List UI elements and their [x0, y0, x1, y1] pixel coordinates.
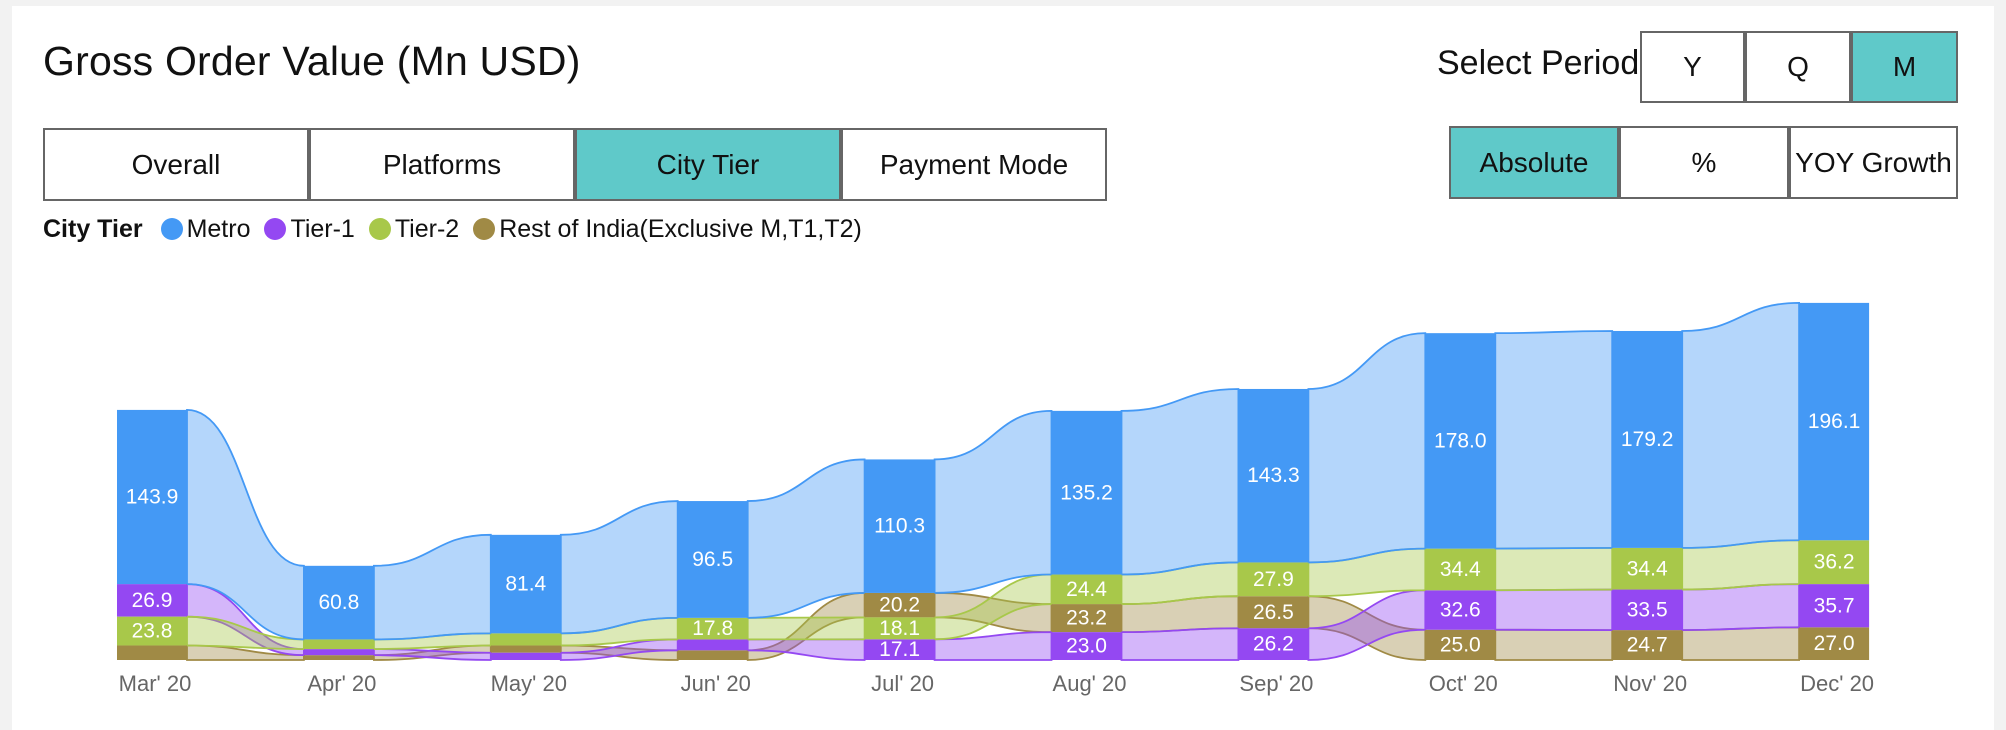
- x-tick-label: Mar' 20: [119, 671, 192, 696]
- bar-tier-1[interactable]: [303, 649, 374, 656]
- data-label-tier-2: 17.8: [692, 617, 733, 640]
- ribbon-metro: [1494, 330, 1614, 550]
- gross-order-value-chart: 26.9 23.8 143.9 60.8 81.4 17.8 96.5 20.2 17.118.…: [117, 301, 1874, 696]
- data-label-metro: 143.9: [126, 486, 179, 509]
- x-tick-label: Jun' 20: [681, 671, 751, 696]
- bar-rest-of-india[interactable]: [490, 645, 561, 653]
- x-tick-label: Jul' 20: [871, 671, 934, 696]
- data-label-rest-of-india: 25.0: [1440, 633, 1481, 656]
- data-label-rest-of-india: 24.7: [1627, 634, 1668, 657]
- data-label-tier-2: 24.4: [1066, 578, 1107, 601]
- data-label-metro: 60.8: [318, 591, 359, 614]
- data-label-tier-1: 33.5: [1627, 598, 1668, 621]
- ribbon-tier-1: [1681, 583, 1800, 632]
- ribbon-rest-of-india: [1494, 628, 1614, 661]
- data-label-metro: 135.2: [1060, 481, 1113, 504]
- bar-tier-1[interactable]: [677, 639, 748, 651]
- x-tick-label: Nov' 20: [1613, 671, 1687, 696]
- data-label-metro: 110.3: [874, 515, 925, 538]
- ribbon-tier-1: [1120, 627, 1240, 661]
- bar-rest-of-india[interactable]: [303, 655, 374, 660]
- x-tick-label: Oct' 20: [1429, 671, 1498, 696]
- ribbon-metro: [1307, 332, 1427, 564]
- data-label-metro: 196.1: [1808, 410, 1861, 433]
- chart-ribbons: [186, 301, 1800, 661]
- data-label-metro: 81.4: [505, 573, 546, 596]
- data-label-tier-1: 35.7: [1814, 594, 1855, 617]
- ribbon-rest-of-india: [1681, 626, 1800, 661]
- ribbon-tier-2: [746, 616, 866, 641]
- ribbon-metro: [1120, 388, 1240, 576]
- data-label-tier-2: 34.4: [1440, 558, 1481, 581]
- bar-rest-of-india[interactable]: [117, 645, 187, 660]
- data-label-rest-of-india: 20.2: [879, 594, 920, 617]
- x-tick-label: Dec' 20: [1800, 671, 1874, 696]
- data-label-tier-2: 23.8: [132, 620, 173, 643]
- ribbon-tier-1: [1494, 588, 1614, 632]
- bar-rest-of-india[interactable]: [677, 650, 748, 660]
- x-tick-label: Sep' 20: [1239, 671, 1313, 696]
- data-label-tier-1: 26.9: [132, 589, 173, 612]
- data-label-metro: 179.2: [1621, 428, 1674, 451]
- data-label-rest-of-india: 27.0: [1814, 632, 1855, 655]
- ribbon-metro: [559, 500, 679, 635]
- ribbon-metro: [933, 409, 1053, 594]
- ribbon-metro: [746, 458, 866, 619]
- x-axis: Mar' 20 Apr' 20 May' 20 Jun' 20 Jul' 20 Aug' …: [119, 671, 1874, 696]
- data-label-tier-2: 18.1: [879, 617, 920, 640]
- data-label-metro: 143.3: [1247, 464, 1300, 487]
- data-label-tier-1: 17.1: [879, 638, 920, 661]
- data-label-tier-1: 32.6: [1440, 599, 1481, 622]
- x-tick-label: Apr' 20: [307, 671, 376, 696]
- bar-tier-2[interactable]: [303, 639, 374, 650]
- ribbon-metro: [373, 533, 492, 641]
- data-label-tier-2: 27.9: [1253, 568, 1294, 591]
- ribbon-metro: [1681, 301, 1800, 549]
- data-label-metro: 96.5: [692, 548, 733, 571]
- data-label-metro: 178.0: [1434, 429, 1487, 452]
- x-tick-label: Aug' 20: [1053, 671, 1127, 696]
- data-label-rest-of-india: 23.2: [1066, 607, 1107, 630]
- data-label-rest-of-india: 26.5: [1253, 601, 1294, 624]
- bar-tier-1[interactable]: [490, 652, 561, 660]
- ribbon-tier-2: [1494, 547, 1614, 592]
- data-label-tier-1: 26.2: [1253, 633, 1294, 656]
- bar-tier-2[interactable]: [490, 633, 561, 646]
- data-label-tier-1: 23.0: [1066, 635, 1107, 658]
- data-label-tier-2: 34.4: [1627, 557, 1668, 580]
- data-label-tier-2: 36.2: [1814, 551, 1855, 574]
- x-tick-label: May' 20: [491, 671, 567, 696]
